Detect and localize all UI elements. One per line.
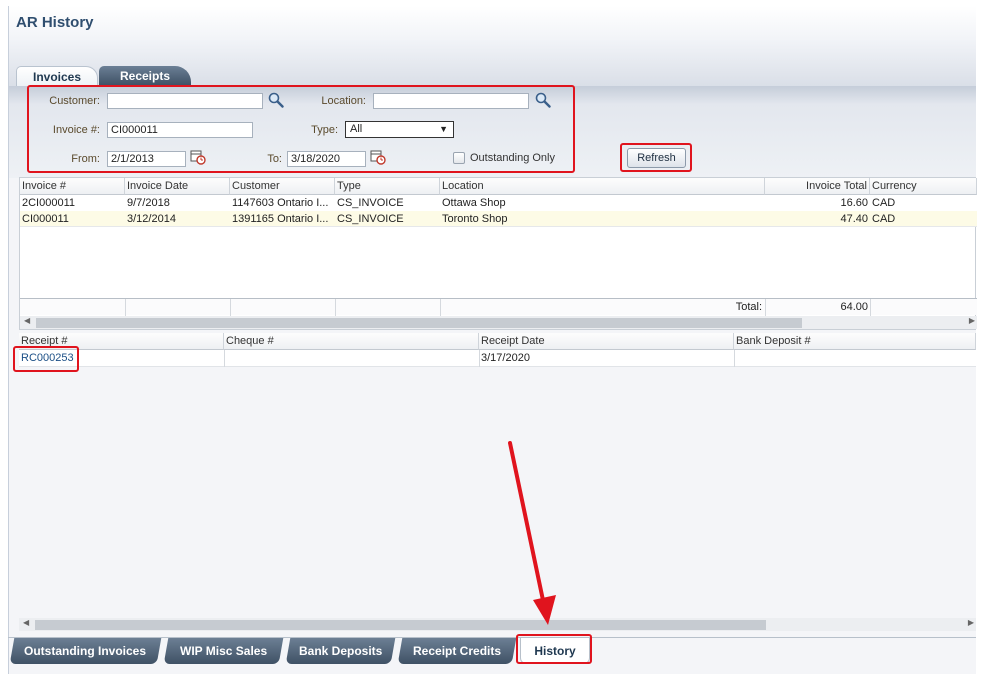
scroll-right-icon[interactable]: ▶ (969, 316, 975, 325)
to-calendar-icon[interactable] (370, 149, 386, 165)
cell-invoice-total: 16.60 (840, 197, 868, 209)
cell-invoice-total: 47.40 (840, 213, 868, 225)
scroll-right-icon[interactable]: ▶ (968, 618, 974, 627)
cell-invoice-number: 2CI000011 (22, 197, 76, 209)
cell-currency: CAD (872, 213, 896, 225)
scrollbar-thumb[interactable] (36, 318, 802, 328)
refresh-button[interactable]: Refresh (627, 148, 686, 168)
history-highlight-box (516, 634, 592, 664)
location-search-icon[interactable] (535, 92, 551, 108)
col-header-cheque-number[interactable]: Cheque # (224, 333, 479, 350)
dropdown-arrow-icon: ▼ (439, 124, 448, 134)
outstanding-only-checkbox[interactable] (453, 152, 465, 164)
table-row[interactable]: CI000011 3/12/2014 1391165 Ontario I... … (20, 211, 977, 227)
cell-type: CS_INVOICE (337, 197, 404, 209)
from-calendar-icon[interactable] (190, 149, 206, 165)
scroll-left-icon[interactable]: ◀ (24, 316, 30, 325)
cell-currency: CAD (872, 197, 896, 209)
col-header-type[interactable]: Type (335, 178, 440, 195)
to-label: To: (267, 153, 282, 165)
invoice-horizontal-scrollbar[interactable]: ◀ ▶ (20, 316, 977, 329)
invoice-number-label: Invoice #: (52, 124, 100, 136)
total-value: 64.00 (840, 301, 868, 313)
cell-location: Toronto Shop (442, 213, 508, 225)
cell-invoice-date: 9/7/2018 (127, 197, 170, 209)
tab-bank-deposits[interactable]: Bank Deposits (285, 638, 396, 664)
from-label: From: (71, 153, 100, 165)
table-row[interactable]: RC000253 3/17/2020 (19, 350, 976, 367)
totals-row: Total: 64.00 (20, 298, 977, 316)
annotation-arrow-icon (508, 441, 556, 625)
type-label: Type: (311, 124, 338, 136)
tab-label: Receipt Credits (412, 644, 502, 658)
scroll-left-icon[interactable]: ◀ (23, 618, 29, 627)
location-label: Location: (321, 95, 366, 107)
location-input[interactable] (373, 93, 529, 109)
tab-receipt-credits[interactable]: Receipt Credits (397, 638, 517, 664)
col-header-customer[interactable]: Customer (230, 178, 335, 195)
cell-type: CS_INVOICE (337, 213, 404, 225)
tab-invoices[interactable]: Invoices (16, 66, 98, 86)
customer-input[interactable] (107, 93, 263, 109)
invoice-table: Invoice # Invoice Date Customer Type Loc… (19, 177, 977, 330)
cell-bank-deposit (734, 350, 976, 366)
cell-invoice-date: 3/12/2014 (127, 213, 176, 225)
receipt-highlight-box (13, 346, 79, 372)
col-header-receipt-date[interactable]: Receipt Date (479, 333, 734, 350)
cell-receipt-date: 3/17/2020 (481, 352, 530, 364)
total-label: Total: (735, 301, 762, 313)
col-header-invoice-date[interactable]: Invoice Date (125, 178, 230, 195)
col-header-invoice-total[interactable]: Invoice Total (765, 178, 870, 195)
tab-label: WIP Misc Sales (179, 644, 268, 658)
tab-wip-misc-sales[interactable]: WIP Misc Sales (163, 638, 284, 664)
tab-label: Outstanding Invoices (24, 644, 147, 658)
scrollbar-thumb[interactable] (35, 620, 766, 630)
invoice-number-input[interactable]: CI000011 (107, 122, 253, 138)
type-select-value: All (350, 123, 363, 135)
cell-customer: 1391165 Ontario I... (232, 213, 329, 225)
customer-label: Customer: (49, 95, 100, 107)
col-header-currency[interactable]: Currency (870, 178, 977, 195)
tab-label: Bank Deposits (298, 644, 383, 658)
col-header-invoice-number[interactable]: Invoice # (20, 178, 125, 195)
col-header-location[interactable]: Location (440, 178, 765, 195)
col-header-bank-deposit[interactable]: Bank Deposit # (734, 333, 976, 350)
cell-cheque-number (224, 350, 479, 366)
tab-receipts[interactable]: Receipts (99, 66, 191, 86)
outstanding-only-label: Outstanding Only (470, 152, 555, 164)
cell-location: Ottawa Shop (442, 197, 506, 209)
cell-customer: 1147603 Ontario I... (232, 197, 329, 209)
customer-search-icon[interactable] (268, 92, 284, 108)
page-title: AR History (16, 14, 94, 31)
from-date-input[interactable]: 2/1/2013 (107, 151, 186, 167)
tab-outstanding-invoices[interactable]: Outstanding Invoices (9, 638, 162, 664)
table-row[interactable]: 2CI000011 9/7/2018 1147603 Ontario I... … (20, 195, 977, 211)
to-date-input[interactable]: 3/18/2020 (287, 151, 366, 167)
type-select[interactable]: All ▼ (345, 121, 454, 138)
cell-invoice-number: CI000011 (22, 213, 69, 225)
